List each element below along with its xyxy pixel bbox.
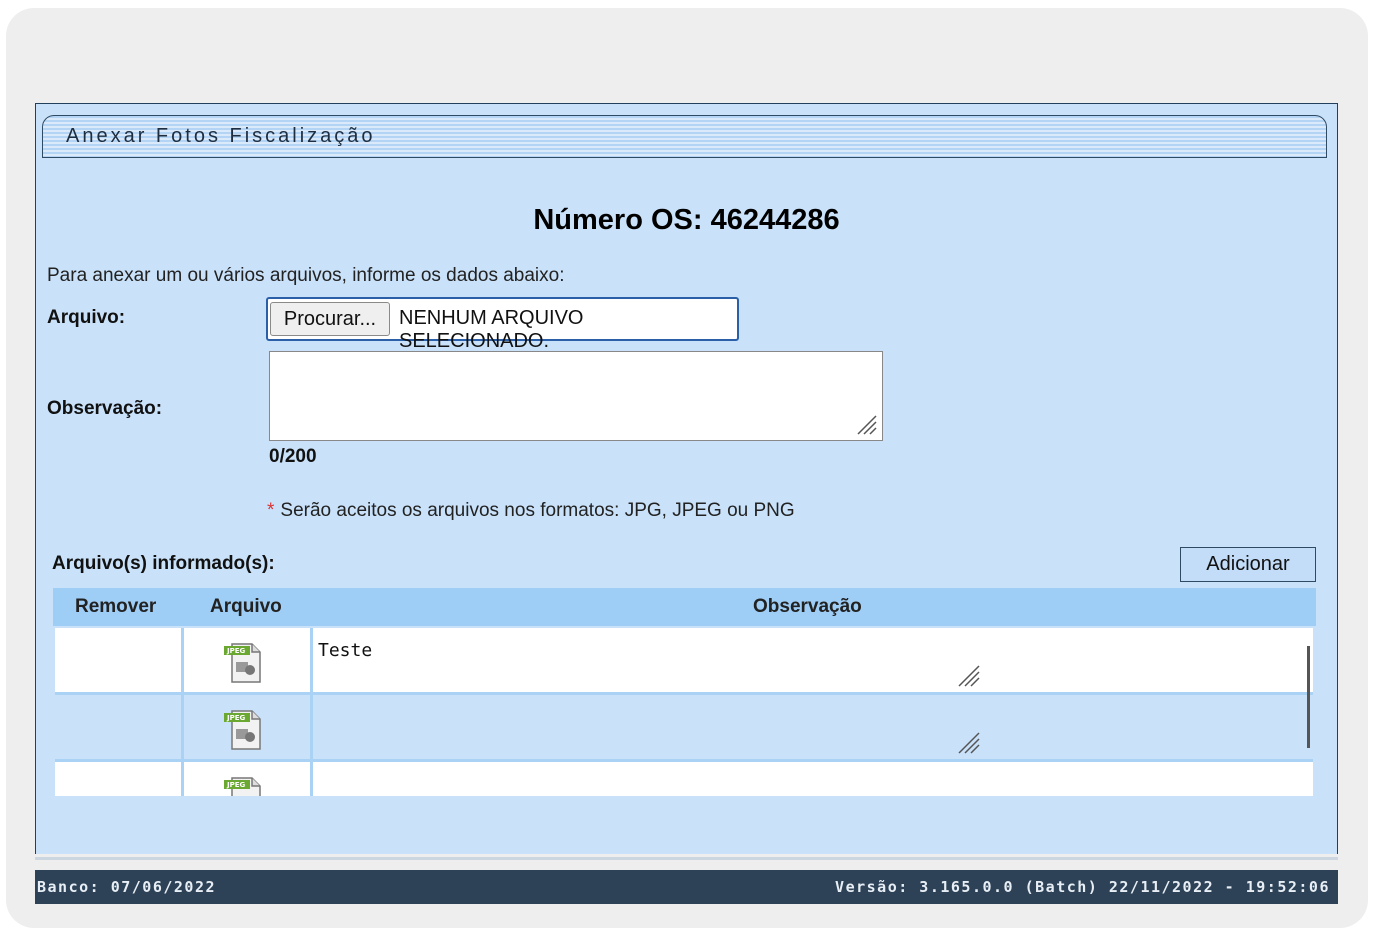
- remove-cell[interactable]: [55, 762, 184, 796]
- header-remover: Remover: [75, 596, 157, 617]
- format-note-text: Serão aceitos os arquivos nos formatos: …: [280, 500, 795, 521]
- attach-photos-panel: Anexar Fotos Fiscalização Número OS: 462…: [35, 103, 1338, 854]
- format-note: * Serão aceitos os arquivos nos formatos:…: [267, 500, 795, 522]
- svg-text:JPEG: JPEG: [226, 714, 246, 722]
- table-row: JPEG: [55, 695, 1313, 762]
- observation-label: Observação:: [47, 398, 163, 419]
- footer-versao: Versão: 3.165.0.0 (Batch) 22/11/2022 - 1…: [835, 878, 1330, 896]
- browse-button[interactable]: Procurar...: [270, 302, 390, 336]
- table-header: Remover Arquivo Observação: [53, 588, 1316, 626]
- intro-text: Para anexar um ou vários arquivos, infor…: [47, 265, 565, 286]
- char-counter: 0/200: [269, 446, 317, 467]
- header-arquivo: Arquivo: [210, 596, 282, 617]
- file-status: NENHUM ARQUIVO SELECIONADO.: [399, 307, 584, 352]
- attachments-table: Remover Arquivo Observação JPEG Teste JP…: [53, 588, 1316, 796]
- footer-banco: Banco: 07/06/2022: [37, 878, 217, 896]
- remove-cell[interactable]: [55, 628, 184, 692]
- resize-grip-icon[interactable]: [854, 412, 878, 436]
- status-footer: Banco: 07/06/2022 Versão: 3.165.0.0 (Bat…: [35, 870, 1338, 904]
- panel-titlebar: Anexar Fotos Fiscalização: [42, 115, 1327, 158]
- resize-grip-icon[interactable]: [955, 662, 981, 688]
- jpeg-file-icon[interactable]: JPEG: [220, 772, 268, 796]
- panel-title: Anexar Fotos Fiscalização: [66, 125, 376, 147]
- svg-text:JPEG: JPEG: [226, 647, 246, 655]
- table-row: JPEG: [55, 762, 1313, 796]
- header-observacao: Observação: [753, 596, 862, 617]
- jpeg-file-icon[interactable]: JPEG: [220, 638, 268, 686]
- row-observation[interactable]: Teste: [318, 640, 372, 661]
- table-row: JPEG Teste: [55, 628, 1313, 695]
- required-star: *: [267, 500, 275, 521]
- table-scrollbar[interactable]: [1307, 646, 1310, 748]
- jpeg-file-icon[interactable]: JPEG: [220, 705, 268, 753]
- svg-text:JPEG: JPEG: [226, 781, 246, 789]
- remove-cell[interactable]: [55, 695, 184, 759]
- attachments-label: Arquivo(s) informado(s):: [52, 553, 275, 574]
- observation-textarea[interactable]: [269, 351, 883, 441]
- file-label: Arquivo:: [47, 307, 126, 328]
- resize-grip-icon[interactable]: [955, 729, 981, 755]
- footer-divider: [35, 857, 1338, 860]
- file-input[interactable]: Procurar... NENHUM ARQUIVO SELECIONADO.: [266, 297, 739, 352]
- add-button[interactable]: Adicionar: [1180, 547, 1316, 582]
- os-number-title: Número OS: 46244286: [533, 204, 840, 236]
